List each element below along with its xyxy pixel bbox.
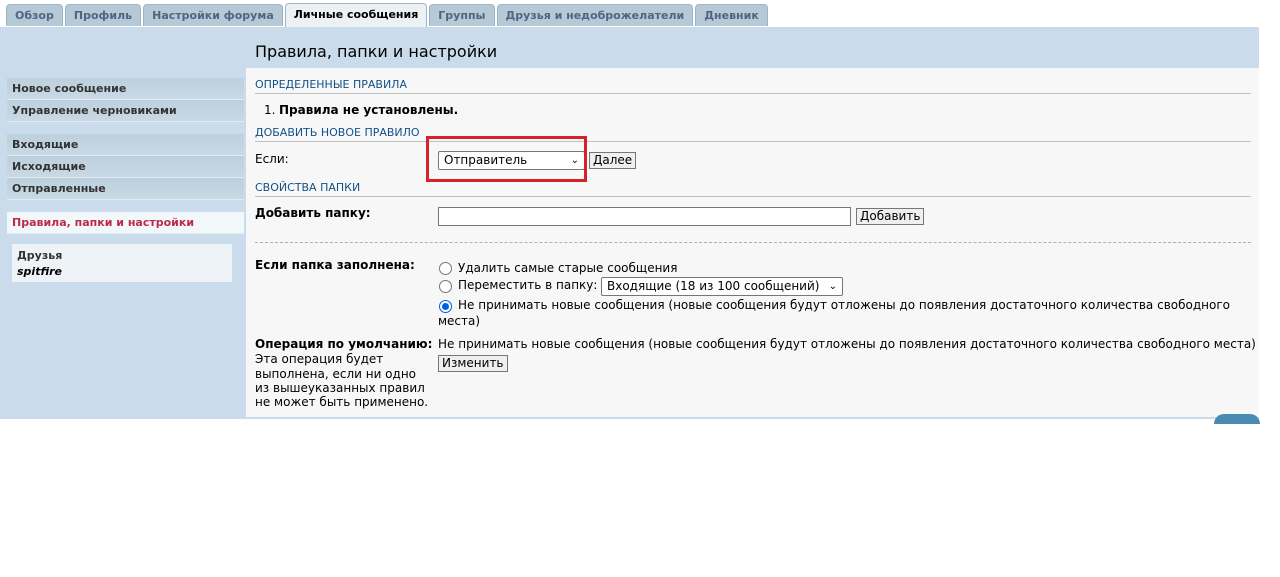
sidebar-item-inbox[interactable]: Входящие — [7, 134, 244, 156]
radio-reject-label-line1: Не принимать новые сообщения (новые сооб… — [458, 298, 1230, 312]
friends-title: Друзья — [17, 249, 63, 262]
highlight-box — [426, 136, 587, 182]
rule-text: Правила не установлены. — [279, 103, 459, 117]
add-folder-input[interactable] — [438, 207, 851, 226]
rules-header: ОПРЕДЕЛЕННЫЕ ПРАВИЛА — [255, 77, 1251, 94]
move-folder-value: Входящие (18 из 100 сообщений) — [607, 279, 820, 293]
default-op-label: Операция по умолчанию: — [255, 337, 433, 351]
if-label: Если: — [255, 152, 289, 166]
radio-move-to-folder[interactable] — [439, 280, 452, 293]
default-op-desc-3: из вышеуказанных правил — [255, 381, 425, 395]
radio-reject-new[interactable] — [439, 300, 452, 313]
rule-number: 1. — [264, 103, 276, 117]
new-rule-header: ДОБАВИТЬ НОВОЕ ПРАВИЛО — [255, 125, 1251, 142]
tab-bar: Обзор Профиль Настройки форума Личные со… — [6, 3, 770, 27]
sidebar-item-outbox[interactable]: Исходящие — [7, 156, 244, 178]
add-folder-label: Добавить папку: — [255, 206, 371, 220]
page-title: Правила, папки и настройки — [255, 42, 498, 61]
tab-private-messages[interactable]: Личные сообщения — [284, 3, 428, 27]
radio-reject-label-line2: места) — [438, 314, 481, 328]
corner-decoration — [1214, 414, 1260, 424]
radio-delete-oldest-label: Удалить самые старые сообщения — [458, 261, 678, 275]
tab-diary[interactable]: Дневник — [695, 4, 768, 26]
tab-groups[interactable]: Группы — [429, 4, 495, 26]
radio-move-label: Переместить в папку: — [458, 278, 598, 292]
tab-overview[interactable]: Обзор — [6, 4, 63, 26]
default-op-desc-2: выполнена, если ни одно — [255, 367, 417, 381]
radio-delete-oldest[interactable] — [439, 262, 452, 275]
next-button[interactable]: Далее — [589, 152, 637, 169]
chevron-down-icon: ⌄ — [828, 281, 837, 292]
sidebar-item-new-message[interactable]: Новое сообщение — [7, 78, 244, 100]
friend-link-spitfire[interactable]: spitfire — [17, 265, 62, 278]
sidebar-menu-folders: Входящие Исходящие Отправленные — [7, 134, 244, 200]
sidebar-item-drafts[interactable]: Управление черновиками — [7, 100, 244, 122]
sidebar-menu-settings: Правила, папки и настройки — [7, 212, 244, 234]
add-folder-button[interactable]: Добавить — [856, 208, 925, 225]
tab-profile[interactable]: Профиль — [64, 4, 142, 26]
default-op-desc-1: Эта операция будет — [255, 352, 384, 366]
sidebar-item-rules-folders[interactable]: Правила, папки и настройки — [7, 212, 244, 234]
sidebar-menu-compose: Новое сообщение Управление черновиками — [7, 78, 244, 122]
divider — [255, 242, 1251, 243]
sidebar-item-sent[interactable]: Отправленные — [7, 178, 244, 200]
default-op-desc-4: не может быть применено. — [255, 395, 429, 409]
tab-forum-settings[interactable]: Настройки форума — [143, 4, 283, 26]
default-op-value: Не принимать новые сообщения (новые сооб… — [438, 337, 1256, 351]
move-folder-select[interactable]: Входящие (18 из 100 сообщений) ⌄ — [601, 277, 843, 296]
folder-header: СВОЙСТВА ПАПКИ — [255, 180, 1251, 197]
content-area: ОПРЕДЕЛЕННЫЕ ПРАВИЛА 1. Правила не устан… — [246, 68, 1259, 417]
folder-full-label: Если папка заполнена: — [255, 258, 415, 272]
change-button[interactable]: Изменить — [438, 355, 508, 372]
friends-box: Друзья spitfire — [12, 244, 232, 282]
tab-friends-foes[interactable]: Друзья и недоброжелатели — [496, 4, 694, 26]
